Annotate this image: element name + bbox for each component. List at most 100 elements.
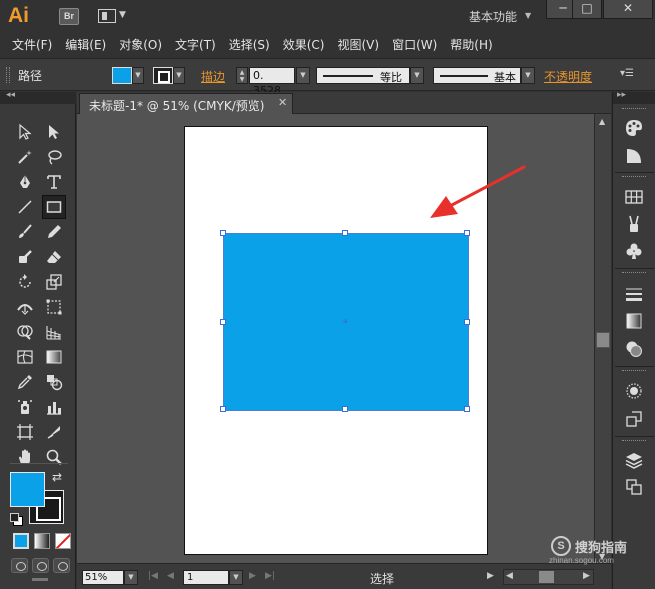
next-artboard-icon[interactable]: ▶ [249,571,256,581]
stroke-panel-button[interactable] [622,282,646,306]
panel-grip[interactable] [622,108,646,111]
scroll-up-icon[interactable]: ▲ [599,117,605,126]
artboard-number-field[interactable]: 1 [183,570,229,585]
arrange-documents-button[interactable]: ▼ [98,8,128,25]
symbols-panel-button[interactable] [622,239,646,263]
pen-tool[interactable] [13,170,37,194]
draw-inside-button[interactable] [53,558,70,573]
shape-builder-tool[interactable] [13,320,37,344]
close-button[interactable]: ✕ [603,0,653,19]
slice-tool[interactable] [42,420,66,444]
fill-color-swatch[interactable] [112,67,132,84]
menu-view[interactable]: 视图(V) [337,34,379,57]
first-artboard-icon[interactable]: |◀ [148,571,158,581]
bounding-box-handle[interactable] [464,319,470,325]
panel-dock-header[interactable]: ▸▸ [613,90,655,104]
bounding-box-handle[interactable] [342,406,348,412]
menu-select[interactable]: 选择(S) [229,34,270,57]
color-panel-button[interactable] [622,116,646,140]
menu-help[interactable]: 帮助(H) [450,34,492,57]
default-fill-stroke-icon[interactable] [10,513,23,526]
stroke-color-swatch[interactable] [153,67,173,84]
chevron-down-icon[interactable]: ▼ [525,11,531,20]
previous-artboard-icon[interactable]: ◀ [167,571,174,581]
menu-type[interactable]: 文字(T) [175,34,216,57]
menu-edit[interactable]: 编辑(E) [65,34,106,57]
direct-selection-tool[interactable] [42,120,66,144]
magic-wand-tool[interactable] [13,145,37,169]
swap-fill-stroke-icon[interactable]: ⇄ [52,470,62,484]
stroke-weight-stepper[interactable]: ▲ ▼ [236,67,248,84]
scroll-right-icon[interactable]: ▶ [583,571,590,581]
collapse-icon[interactable]: ◂◂ [6,90,15,100]
workspace-switcher[interactable]: 基本功能 [469,8,517,25]
draw-behind-button[interactable] [32,558,49,573]
gradient-tool[interactable] [42,345,66,369]
transparency-panel-button[interactable] [622,337,646,361]
artboards-panel-button[interactable] [622,475,646,499]
zoom-tool[interactable] [42,445,66,469]
stroke-panel-link[interactable]: 描边 [201,68,225,85]
status-menu-icon[interactable]: ▶ [487,571,494,581]
panel-grip[interactable] [622,272,646,275]
zoom-level-field[interactable]: 51% [82,570,124,585]
bounding-box-handle[interactable] [464,230,470,236]
panel-menu-icon[interactable]: ▾☰ [620,68,634,79]
bounding-box-handle[interactable] [464,406,470,412]
column-graph-tool[interactable] [42,395,66,419]
bridge-button[interactable]: Br [59,8,79,25]
hand-tool[interactable] [13,445,37,469]
rectangle-tool[interactable] [42,195,66,219]
panel-grip[interactable] [622,370,646,373]
blob-brush-tool[interactable] [13,245,37,269]
last-artboard-icon[interactable]: ▶| [265,571,275,581]
close-icon[interactable]: ✕ [278,96,287,109]
menu-window[interactable]: 窗口(W) [392,34,437,57]
opacity-panel-link[interactable]: 不透明度 [544,68,592,85]
tools-panel-header[interactable]: ◂◂ [0,90,76,104]
type-tool[interactable] [42,170,66,194]
screen-mode-button[interactable] [32,578,48,581]
selection-tool[interactable] [13,120,37,144]
layers-panel-button[interactable] [622,448,646,472]
lasso-tool[interactable] [42,145,66,169]
panel-grip[interactable] [622,176,646,179]
stroke-weight-field[interactable]: 0. 3528 [249,67,295,97]
horizontal-scrollbar[interactable]: ◀ ▶ [503,569,594,585]
gradient-panel-button[interactable] [622,309,646,333]
graphic-styles-panel-button[interactable] [622,407,646,431]
maximize-button[interactable]: □ [572,0,602,19]
line-segment-tool[interactable] [13,195,37,219]
free-transform-tool[interactable] [42,295,66,319]
menu-effect[interactable]: 效果(C) [283,34,325,57]
panel-grip[interactable] [622,440,646,443]
fill-color-box[interactable] [10,472,45,507]
color-mode-button[interactable] [13,533,29,549]
menu-file[interactable]: 文件(F) [12,34,52,57]
scroll-left-icon[interactable]: ◀ [506,571,513,581]
bounding-box-handle[interactable] [220,406,226,412]
gradient-mode-button[interactable] [34,533,50,549]
chevron-down-icon[interactable]: ▼ [410,67,424,84]
expand-icon[interactable]: ▸▸ [617,90,626,100]
appearance-panel-button[interactable] [622,379,646,403]
brush-definition-select[interactable]: 基本 [433,67,521,84]
bounding-box-handle[interactable] [342,230,348,236]
chevron-down-icon[interactable]: ▼ [296,67,310,84]
eyedropper-tool[interactable] [13,370,37,394]
blend-tool[interactable] [42,370,66,394]
width-tool[interactable] [13,295,37,319]
chevron-down-icon[interactable]: ▼ [521,67,535,84]
scale-tool[interactable] [42,270,66,294]
bounding-box-handle[interactable] [220,319,226,325]
chevron-down-icon[interactable]: ▼ [229,570,243,585]
selected-rectangle[interactable] [220,230,470,412]
chevron-down-icon[interactable]: ▼ [173,67,185,84]
variable-width-profile-select[interactable]: 等比 [316,67,410,84]
chevron-down-icon[interactable]: ▼ [132,67,144,84]
eraser-tool[interactable] [42,245,66,269]
brushes-panel-button[interactable] [622,212,646,236]
chevron-down-icon[interactable]: ▼ [124,570,138,585]
pencil-tool[interactable] [42,220,66,244]
perspective-grid-tool[interactable] [42,320,66,344]
